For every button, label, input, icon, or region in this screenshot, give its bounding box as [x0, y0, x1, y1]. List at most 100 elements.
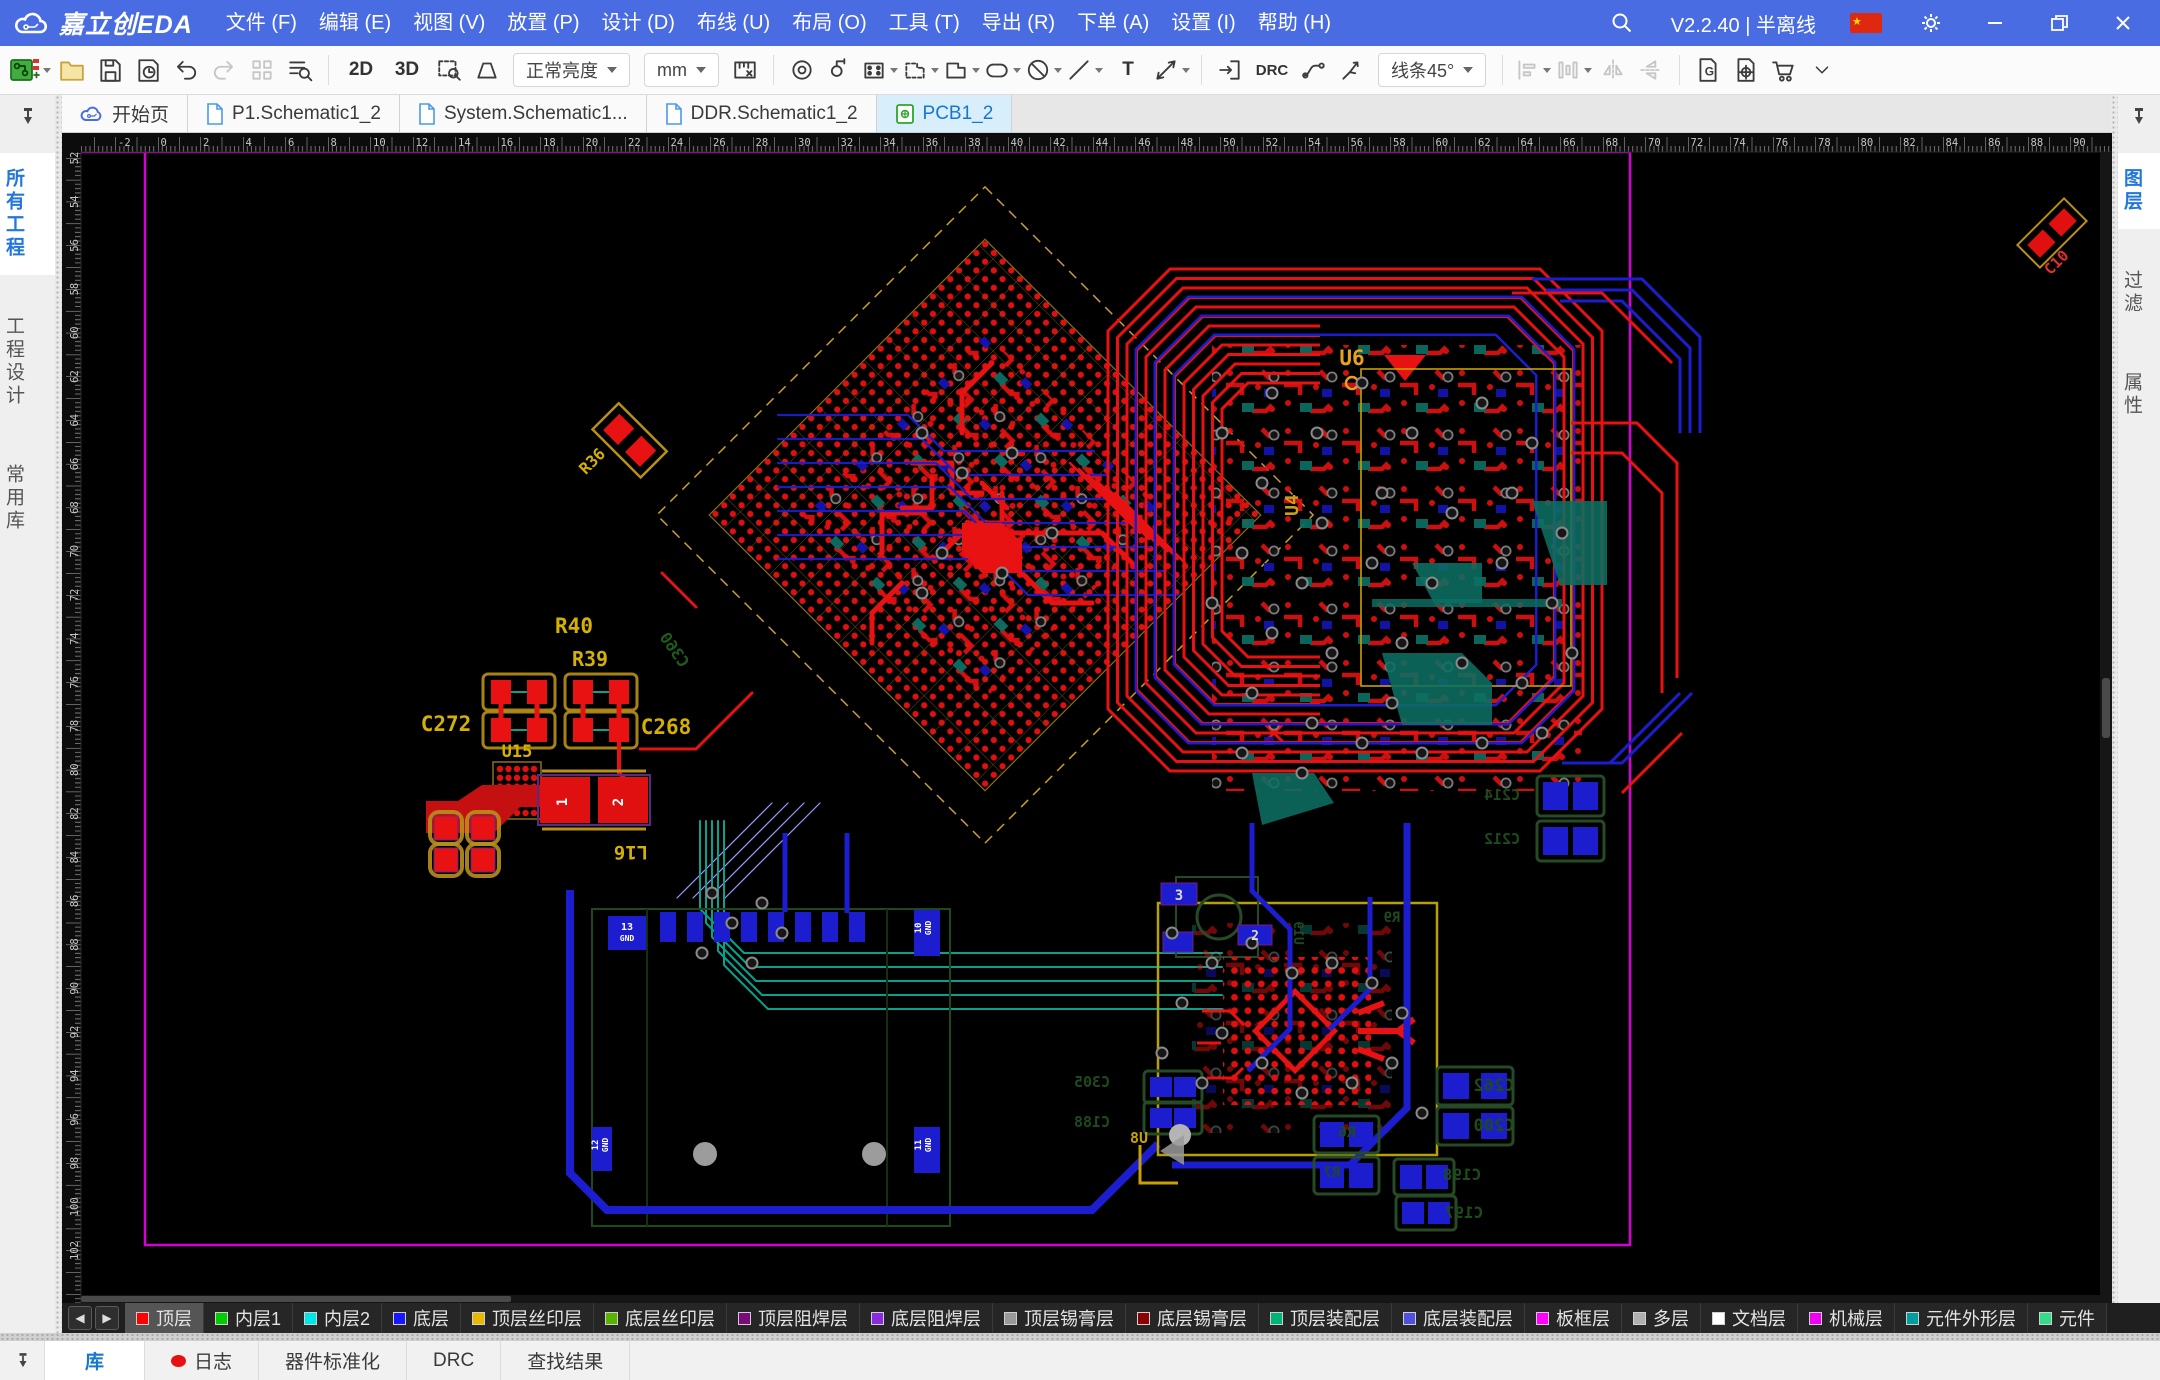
layer-item-multi[interactable]: 多层 — [1622, 1303, 1701, 1333]
close-button[interactable] — [2108, 8, 2138, 38]
bottom-tab-standardization[interactable]: 器件标准化 — [259, 1341, 407, 1380]
pcb-canvas[interactable]: U6U4R36R40R39C272C268U15L16C360123213GND… — [62, 133, 2112, 1303]
brightness-select[interactable]: 正常亮度 — [513, 53, 630, 87]
dock-tab-common-library[interactable]: 常用库 — [0, 449, 55, 548]
toolbar-overflow-button[interactable] — [1805, 52, 1839, 88]
pcb-editor-canvas[interactable]: U6U4R36R40R39C272C268U15L16C360123213GND… — [62, 133, 2112, 1303]
bottom-pin[interactable] — [0, 1341, 44, 1380]
solid-region-tool-button[interactable] — [943, 52, 980, 88]
import-button[interactable] — [1213, 52, 1247, 88]
tab-pcb1[interactable]: PCB1_2 — [877, 95, 1013, 132]
view-3d-button[interactable]: 3D — [386, 52, 428, 88]
chevron-down-icon — [1584, 68, 1592, 73]
fit-view-button[interactable] — [470, 52, 504, 88]
order-cart-button[interactable] — [1767, 52, 1801, 88]
layer-item-top-paste[interactable]: 顶层锡膏层 — [993, 1303, 1126, 1333]
menu-order[interactable]: 下单 (A) — [1066, 0, 1160, 46]
new-pcb-button[interactable] — [10, 52, 51, 88]
text-tool-button[interactable]: T — [1107, 52, 1149, 88]
diff-pair-button[interactable] — [1335, 52, 1369, 88]
pin-icon[interactable] — [20, 107, 36, 127]
layer-item-component[interactable]: 元件 — [2028, 1303, 2107, 1333]
dock-tab-project-design[interactable]: 工程设计 — [0, 301, 55, 423]
bottom-tab-library[interactable]: 库 — [44, 1341, 145, 1380]
menu-view[interactable]: 视图 (V) — [402, 0, 496, 46]
left-dock-resize-handle[interactable] — [55, 95, 62, 1341]
dock-tab-properties[interactable]: 属性 — [2118, 357, 2160, 433]
zoom-area-button[interactable] — [432, 52, 466, 88]
route-tool-button[interactable] — [1297, 52, 1331, 88]
open-folder-button[interactable] — [55, 52, 89, 88]
layer-scroll-right-button[interactable]: ▶ — [95, 1306, 119, 1330]
tab-start-page[interactable]: 开始页 — [62, 95, 188, 132]
pin-tool-button[interactable] — [823, 52, 857, 88]
line-mode-select[interactable]: 线条45° — [1378, 53, 1486, 87]
layer-item-mechanical[interactable]: 机械层 — [1798, 1303, 1895, 1333]
layer-item-component-shape[interactable]: 元件外形层 — [1895, 1303, 2028, 1333]
dock-tab-all-projects[interactable]: 所有工程 — [0, 153, 55, 275]
right-dock-resize-handle[interactable] — [2111, 95, 2118, 1303]
drill-button[interactable] — [1729, 52, 1763, 88]
bottom-tab-drc[interactable]: DRC — [407, 1341, 501, 1380]
distribute-button[interactable] — [1555, 52, 1592, 88]
layer-item-document[interactable]: 文档层 — [1701, 1303, 1798, 1333]
measure-button[interactable] — [728, 52, 762, 88]
layer-item-bottom-silk[interactable]: 底层丝印层 — [594, 1303, 727, 1333]
oval-tool-button[interactable] — [984, 52, 1021, 88]
dimension-tool-button[interactable] — [1153, 52, 1190, 88]
minimize-button[interactable] — [1980, 8, 2010, 38]
save-history-button[interactable] — [131, 52, 165, 88]
panel-resize-grip[interactable] — [0, 1333, 2160, 1341]
dock-tab-layers[interactable]: 图层 — [2118, 153, 2160, 229]
menu-design[interactable]: 设计 (D) — [591, 0, 686, 46]
layer-item-bottom-paste[interactable]: 底层锡膏层 — [1126, 1303, 1259, 1333]
layer-item-top[interactable]: 顶层 — [125, 1303, 204, 1333]
bottom-tab-search-results[interactable]: 查找结果 — [501, 1341, 630, 1380]
layer-item-inner2[interactable]: 内层2 — [293, 1303, 382, 1333]
dock-tab-filter[interactable]: 过滤 — [2118, 255, 2160, 331]
save-button[interactable] — [93, 52, 127, 88]
layer-item-bottom-assembly[interactable]: 底层装配层 — [1392, 1303, 1525, 1333]
unit-select[interactable]: mm — [644, 53, 719, 87]
gerber-button[interactable]: G — [1691, 52, 1725, 88]
line-tool-button[interactable] — [1066, 52, 1103, 88]
find-similar-button[interactable] — [283, 52, 317, 88]
settings-gear-button[interactable] — [1916, 8, 1946, 38]
fill-region-tool-button[interactable] — [902, 52, 939, 88]
tab-ddr-schematic[interactable]: DDR.Schematic1_2 — [647, 95, 877, 132]
menu-edit[interactable]: 编辑 (E) — [308, 0, 402, 46]
restore-button[interactable] — [2044, 8, 2074, 38]
pin-icon[interactable] — [2131, 107, 2147, 127]
layer-item-board-outline[interactable]: 板框层 — [1525, 1303, 1622, 1333]
layer-scroll-left-button[interactable]: ◀ — [68, 1306, 92, 1330]
via-tool-button[interactable] — [785, 52, 819, 88]
menu-settings[interactable]: 设置 (I) — [1160, 0, 1246, 46]
bottom-tab-log[interactable]: 日志 — [145, 1341, 259, 1380]
menu-layout[interactable]: 布局 (O) — [781, 0, 877, 46]
tab-system-schematic[interactable]: System.Schematic1... — [400, 95, 647, 132]
tab-p1-schematic[interactable]: P1.Schematic1_2 — [188, 95, 400, 132]
layer-item-top-assembly[interactable]: 顶层装配层 — [1259, 1303, 1392, 1333]
drc-button[interactable]: DRC — [1251, 52, 1293, 88]
layer-item-top-silk[interactable]: 顶层丝印层 — [461, 1303, 594, 1333]
search-button[interactable] — [1607, 8, 1637, 38]
layer-item-bottom[interactable]: 底层 — [382, 1303, 461, 1333]
module-grid-button[interactable] — [245, 52, 279, 88]
menu-place[interactable]: 放置 (P) — [496, 0, 590, 46]
layer-item-bottom-mask[interactable]: 底层阻焊层 — [860, 1303, 993, 1333]
menu-route[interactable]: 布线 (U) — [686, 0, 781, 46]
undo-button[interactable] — [169, 52, 203, 88]
menu-help[interactable]: 帮助 (H) — [1247, 0, 1342, 46]
redo-button[interactable] — [207, 52, 241, 88]
menu-export[interactable]: 导出 (R) — [971, 0, 1066, 46]
menu-file[interactable]: 文件 (F) — [215, 0, 308, 46]
view-2d-button[interactable]: 2D — [340, 52, 382, 88]
layer-item-top-mask[interactable]: 顶层阻焊层 — [727, 1303, 860, 1333]
keepout-tool-button[interactable] — [1025, 52, 1062, 88]
footprint-tool-button[interactable] — [861, 52, 898, 88]
align-button[interactable] — [1514, 52, 1551, 88]
layer-item-inner1[interactable]: 内层1 — [204, 1303, 293, 1333]
mirror-h-button[interactable] — [1596, 52, 1630, 88]
menu-tools[interactable]: 工具 (T) — [878, 0, 971, 46]
mirror-v-button[interactable] — [1634, 52, 1668, 88]
